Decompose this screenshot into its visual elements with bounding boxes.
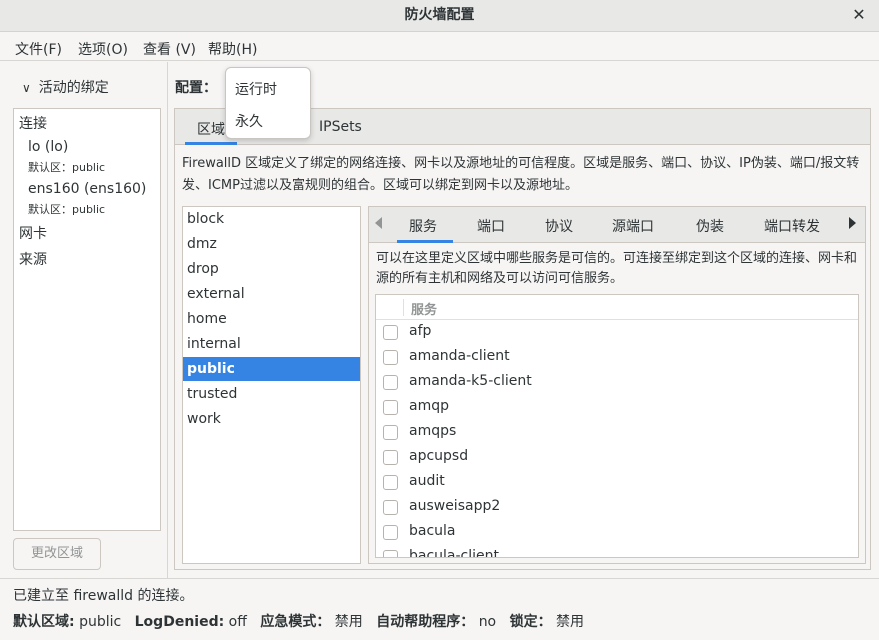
bindings-sources-header[interactable]: 来源: [19, 249, 47, 269]
service-checkbox[interactable]: [383, 350, 398, 365]
bindings-interfaces-header[interactable]: 网卡: [19, 223, 47, 243]
lockdown-value: 禁用: [556, 614, 585, 630]
zone-item-drop[interactable]: drop: [183, 257, 360, 281]
service-row: amanda-client: [376, 345, 858, 370]
menu-file[interactable]: 文件(F): [15, 39, 62, 59]
panic-mode-label: 应急模式：: [260, 614, 331, 630]
panic-mode-value: 禁用: [334, 614, 363, 630]
connection-status: 已建立至 firewalld 的连接。: [13, 588, 194, 604]
binding-connection-ens160[interactable]: ens160 (ens160): [28, 181, 146, 197]
service-row: amqps: [376, 420, 858, 445]
config-option-runtime[interactable]: 运行时: [235, 79, 277, 99]
zone-description: FirewallD 区域定义了绑定的网络连接、网卡以及源地址的可信程度。区域是服…: [182, 156, 860, 193]
service-checkbox[interactable]: [383, 475, 398, 490]
service-row: amqp: [376, 395, 858, 420]
menu-help[interactable]: 帮助(H): [208, 39, 257, 59]
zone-settings-notebook: 服务 端口 协议 源端口 伪装 端口转发 可以在这里定义区域中哪些服务是可信的。…: [368, 206, 866, 564]
log-denied-value: off: [228, 614, 247, 630]
zone-item-block[interactable]: block: [183, 207, 360, 231]
binding-connection-ens160-zone: 默认区：public: [28, 203, 106, 216]
automatic-helpers-value: no: [478, 614, 497, 630]
service-checkbox[interactable]: [383, 400, 398, 415]
service-checkbox[interactable]: [383, 375, 398, 390]
zone-list: block dmz drop external home internal pu…: [182, 206, 361, 564]
service-row: amanda-k5-client: [376, 370, 858, 395]
bindings-list: 连接 lo (lo) 默认区：public ens160 (ens160) 默认…: [13, 108, 161, 531]
services-description: 可以在这里定义区域中哪些服务是可信的。可连接至绑定到这个区域的连接、网卡和源的所…: [376, 251, 858, 286]
tabs-scroll-right-icon[interactable]: [849, 217, 856, 229]
active-bindings-sidebar: ∨ 活动的绑定 连接 lo (lo) 默认区：public ens160 (ens…: [0, 62, 168, 578]
service-name: audit: [409, 473, 445, 489]
active-bindings-label: 活动的绑定: [38, 80, 109, 96]
zone-item-trusted[interactable]: trusted: [183, 382, 360, 406]
config-label: 配置：: [175, 80, 217, 96]
service-name: bacula: [409, 523, 456, 539]
tab-services-indicator: [397, 240, 453, 243]
service-row: bacula-client: [376, 545, 858, 558]
service-row: bacula: [376, 520, 858, 545]
zone-item-external[interactable]: external: [183, 282, 360, 306]
services-table: 服务 afp amanda-client amanda-k5-client am…: [375, 294, 859, 558]
service-name: amqps: [409, 423, 457, 439]
log-denied-label: LogDenied:: [134, 614, 225, 630]
service-name: bacula-client: [409, 548, 500, 558]
service-name: apcupsd: [409, 448, 469, 464]
automatic-helpers-label: 自动帮助程序：: [376, 614, 475, 630]
zone-item-work[interactable]: work: [183, 407, 360, 431]
tab-services[interactable]: 服务: [409, 216, 437, 236]
service-checkbox[interactable]: [383, 550, 398, 557]
zone-settings-tabbar: 服务 端口 协议 源端口 伪装 端口转发: [369, 207, 865, 243]
binding-connection-lo[interactable]: lo (lo): [28, 139, 68, 155]
service-checkbox[interactable]: [383, 525, 398, 540]
service-checkbox[interactable]: [383, 450, 398, 465]
services-column-header[interactable]: 服务: [411, 299, 437, 318]
tab-port-forwarding[interactable]: 端口转发: [764, 216, 820, 236]
tab-zones[interactable]: 区域: [197, 119, 225, 139]
binding-connection-lo-zone: 默认区：public: [28, 161, 106, 174]
service-row: ausweisapp2: [376, 495, 858, 520]
lockdown-label: 锁定：: [509, 614, 552, 630]
service-name: amqp: [409, 398, 449, 414]
zone-item-dmz[interactable]: dmz: [183, 232, 360, 256]
change-zone-button[interactable]: 更改区域: [13, 538, 101, 570]
service-row: apcupsd: [376, 445, 858, 470]
header-separator: [403, 299, 404, 316]
tabs-scroll-left-icon[interactable]: [375, 217, 382, 229]
tab-source-ports[interactable]: 源端口: [612, 216, 654, 236]
service-name: ausweisapp2: [409, 498, 501, 514]
menu-view[interactable]: 查看 (V): [143, 39, 196, 59]
service-name: amanda-client: [409, 348, 510, 364]
main-notebook: 区域 IPSets FirewallD 区域定义了绑定的网络连接、网卡以及源地址…: [174, 108, 871, 570]
menu-options[interactable]: 选项(O): [78, 39, 128, 59]
service-checkbox[interactable]: [383, 425, 398, 440]
config-option-permanent[interactable]: 永久: [235, 111, 263, 131]
window-title: 防火墙配置: [404, 7, 475, 23]
close-icon[interactable]: ✕: [849, 0, 869, 30]
services-table-header: 服务: [376, 295, 858, 320]
tab-ports[interactable]: 端口: [477, 216, 505, 236]
bindings-connections-header[interactable]: 连接: [19, 113, 47, 133]
statusbar: 已建立至 firewalld 的连接。 默认区域: public LogDeni…: [0, 578, 879, 640]
menubar: 文件(F) 选项(O) 查看 (V) 帮助(H): [0, 33, 879, 61]
service-checkbox[interactable]: [383, 325, 398, 340]
service-name: afp: [409, 323, 432, 339]
tab-ipsets[interactable]: IPSets: [319, 119, 362, 135]
service-row: audit: [376, 470, 858, 495]
service-name: amanda-k5-client: [409, 373, 532, 389]
active-bindings-toggle[interactable]: ∨ 活动的绑定: [22, 77, 109, 97]
tab-zones-indicator: [185, 142, 237, 145]
zone-item-public[interactable]: public: [183, 357, 360, 381]
default-zone-value: public: [79, 614, 122, 630]
default-zone-label: 默认区域:: [13, 614, 75, 630]
firewall-status-line: 默认区域: public LogDenied: off 应急模式： 禁用 自动帮…: [13, 611, 593, 631]
service-row: afp: [376, 320, 858, 345]
service-checkbox[interactable]: [383, 500, 398, 515]
config-dropdown-popup: 运行时 永久: [225, 67, 311, 139]
tab-protocols[interactable]: 协议: [545, 216, 573, 236]
zone-item-internal[interactable]: internal: [183, 332, 360, 356]
chevron-down-icon: ∨: [22, 81, 31, 95]
zone-item-home[interactable]: home: [183, 307, 360, 331]
window-titlebar: 防火墙配置 ✕: [0, 0, 879, 32]
tab-masquerading[interactable]: 伪装: [696, 216, 724, 236]
